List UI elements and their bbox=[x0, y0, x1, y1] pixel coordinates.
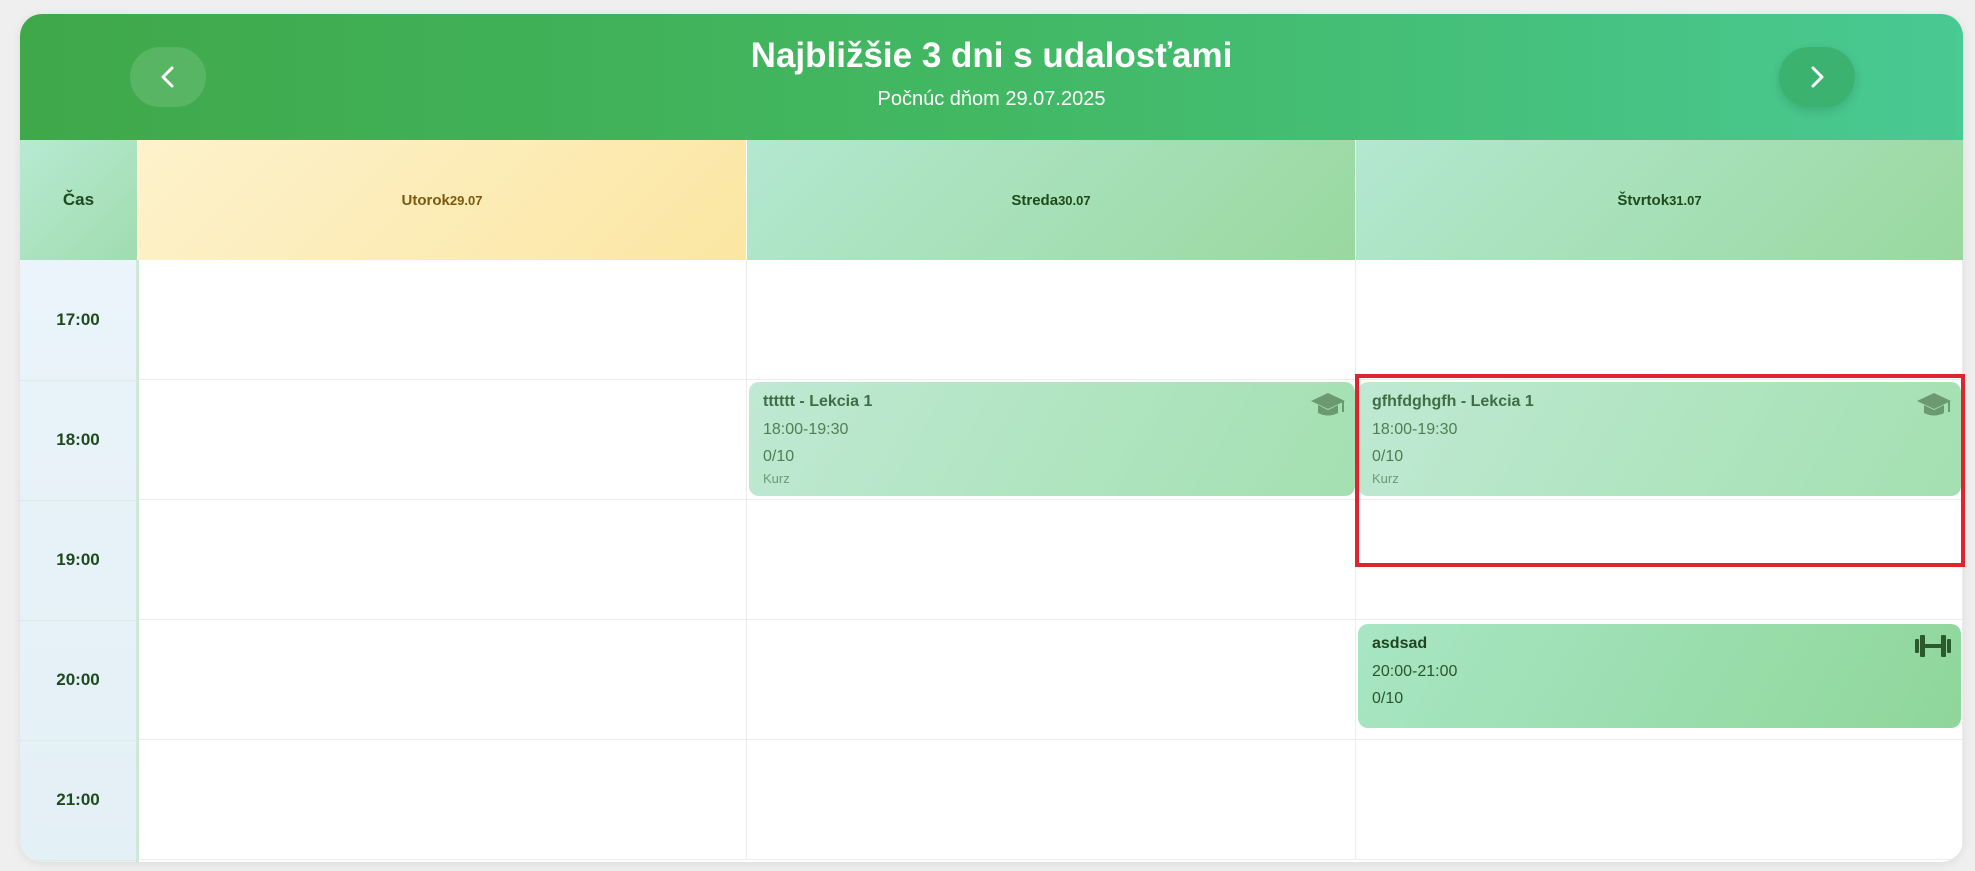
event-type: Kurz bbox=[1372, 471, 1399, 486]
page-subtitle: Počnúc dňom 29.07.2025 bbox=[877, 88, 1106, 110]
grid-cell[interactable] bbox=[139, 380, 747, 500]
event-capacity: 0/10 bbox=[763, 448, 795, 465]
day-name: Streda bbox=[1011, 191, 1059, 209]
calendar-header: Najbližšie 3 dni s udalosťami Počnúc dňo… bbox=[20, 14, 1963, 140]
grid-cell[interactable] bbox=[1356, 500, 1963, 620]
graduation-cap-icon bbox=[1311, 393, 1345, 416]
grid-cell[interactable] bbox=[747, 620, 1356, 740]
day-header-wednesday[interactable]: Streda 30.07 bbox=[747, 140, 1355, 260]
grid-cell[interactable] bbox=[139, 500, 747, 620]
dumbbell-icon bbox=[1915, 635, 1951, 657]
event-type: Kurz bbox=[763, 471, 790, 486]
day-date: 29.07 bbox=[449, 192, 483, 208]
event-card[interactable]: gfhfdghgfh - Lekcia 1 18:00-19:30 0/10 K… bbox=[1358, 382, 1961, 496]
grid-cell[interactable] bbox=[747, 740, 1356, 860]
grid-cell[interactable] bbox=[139, 620, 747, 740]
time-column-header: Čas bbox=[20, 140, 137, 260]
grid-cell[interactable] bbox=[747, 500, 1356, 620]
calendar-card: Najbližšie 3 dni s udalosťami Počnúc dňo… bbox=[20, 14, 1963, 862]
time-slot: 17:00 bbox=[20, 260, 136, 381]
grid-cell[interactable] bbox=[1356, 740, 1963, 860]
event-time: 18:00-19:30 bbox=[1372, 421, 1458, 438]
grid-cell[interactable] bbox=[139, 260, 747, 380]
grid-cell[interactable] bbox=[1356, 260, 1963, 380]
grid-cell[interactable] bbox=[139, 740, 747, 860]
graduation-cap-icon bbox=[1917, 393, 1951, 416]
day-header-thursday[interactable]: Štvrtok 31.07 bbox=[1356, 140, 1963, 260]
grid-cell[interactable] bbox=[747, 260, 1356, 380]
event-time: 20:00-21:00 bbox=[1372, 663, 1458, 680]
event-card[interactable]: asdsad 20:00-21:00 0/10 bbox=[1358, 624, 1961, 728]
next-button[interactable] bbox=[1779, 47, 1855, 107]
day-header-tuesday[interactable]: Utorok 29.07 bbox=[138, 140, 746, 260]
event-capacity: 0/10 bbox=[1372, 448, 1404, 465]
day-name: Utorok bbox=[401, 191, 450, 209]
event-card[interactable]: tttttt - Lekcia 1 18:00-19:30 0/10 Kurz bbox=[749, 382, 1355, 496]
time-slot: 20:00 bbox=[20, 620, 136, 741]
day-name: Štvrtok bbox=[1617, 191, 1670, 209]
page-title: Najbližšie 3 dni s udalosťami bbox=[750, 36, 1233, 75]
chevron-right-icon bbox=[1811, 66, 1824, 88]
day-date: 31.07 bbox=[1669, 192, 1702, 208]
event-capacity: 0/10 bbox=[1372, 690, 1404, 707]
time-slot: 19:00 bbox=[20, 500, 136, 621]
time-column: 17:00 18:00 19:00 20:00 21:00 bbox=[20, 260, 139, 862]
event-time: 18:00-19:30 bbox=[763, 421, 849, 438]
event-title: gfhfdghgfh - Lekcia 1 bbox=[1372, 393, 1534, 410]
day-date: 30.07 bbox=[1058, 192, 1091, 208]
time-slot: 21:00 bbox=[20, 740, 136, 861]
event-title: asdsad bbox=[1372, 635, 1428, 652]
event-title: tttttt - Lekcia 1 bbox=[763, 393, 873, 410]
time-slot: 18:00 bbox=[20, 380, 136, 501]
